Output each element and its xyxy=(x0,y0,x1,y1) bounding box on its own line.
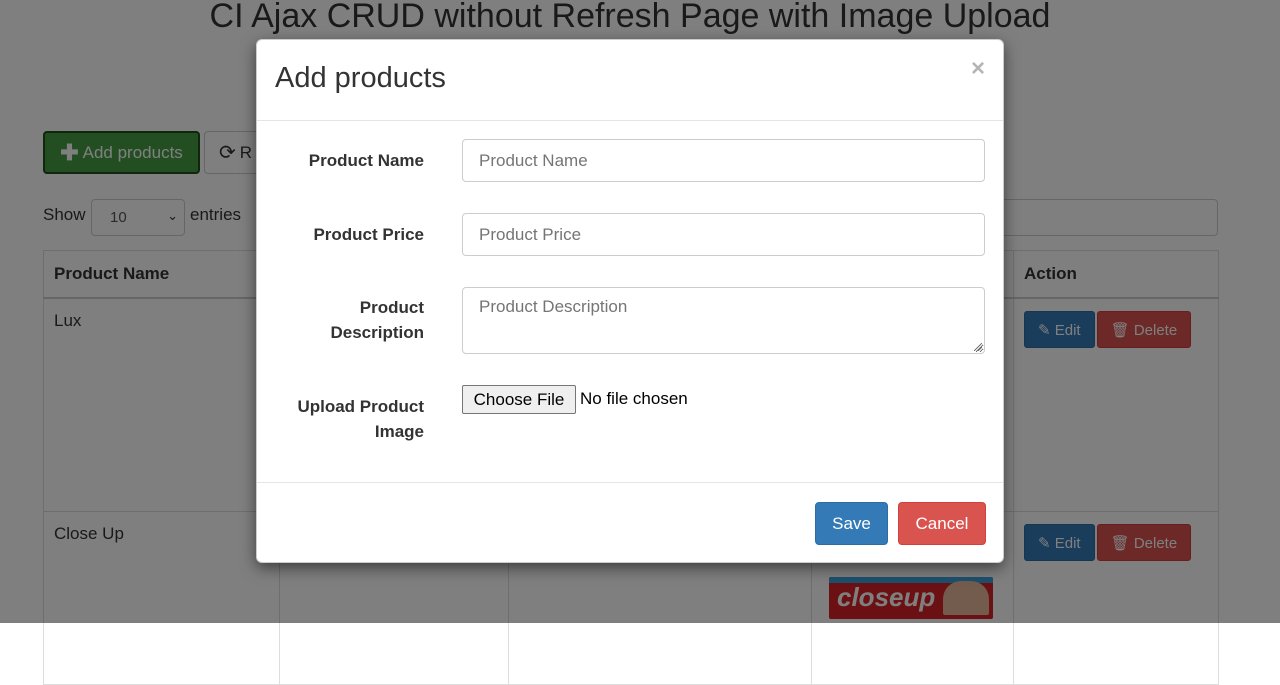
file-status-text: No file chosen xyxy=(580,389,688,408)
cancel-button[interactable]: Cancel xyxy=(898,502,986,545)
product-name-label: Product Name xyxy=(308,151,424,170)
modal-title: Add products xyxy=(275,62,446,94)
divider xyxy=(257,120,1003,121)
add-products-modal: Add products × Product Name Product Pric… xyxy=(256,39,1004,563)
product-price-input[interactable] xyxy=(462,213,985,256)
upload-image-label: Upload Product Image xyxy=(297,397,424,441)
save-button[interactable]: Save xyxy=(815,502,888,545)
product-description-textarea[interactable] xyxy=(462,287,985,354)
resize-handle[interactable] xyxy=(974,343,982,351)
product-price-label: Product Price xyxy=(313,225,424,244)
product-name-input[interactable] xyxy=(462,139,985,182)
close-icon[interactable]: × xyxy=(971,55,985,83)
choose-file-button[interactable]: Choose File xyxy=(462,385,576,414)
divider xyxy=(257,482,1003,483)
product-description-label: Product Description xyxy=(330,298,424,342)
